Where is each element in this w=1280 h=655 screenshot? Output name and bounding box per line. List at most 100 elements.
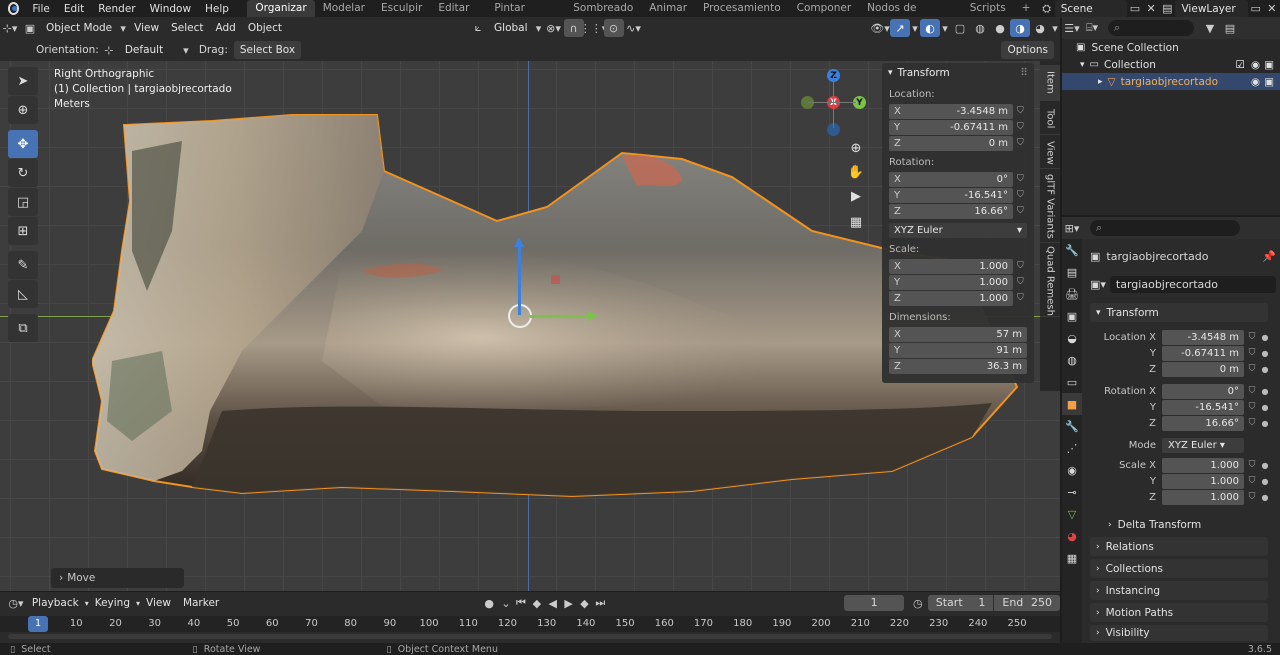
workspace-tab-sombreado[interactable]: Sombreado — [565, 0, 641, 17]
play-reverse-icon[interactable]: ◀ — [545, 594, 561, 612]
material-props-icon[interactable]: ◕ — [1062, 525, 1082, 547]
lock-icon[interactable]: ⛉ — [1244, 386, 1260, 396]
lock-icon[interactable]: ⛉ — [1017, 190, 1027, 200]
chevron-down-icon[interactable]: ▾ — [1080, 60, 1085, 70]
keying-set-icon[interactable]: ⌄ — [499, 594, 513, 612]
object-browse-icon[interactable]: ▣▾ — [1090, 278, 1106, 291]
keyframe-dot-icon[interactable]: ● — [1260, 349, 1270, 358]
menu-timeline-view[interactable]: View — [140, 597, 177, 609]
camera-render-icon[interactable]: ▣ — [1264, 59, 1274, 71]
move-gizmo-y-tip[interactable] — [588, 311, 598, 321]
menu-file[interactable]: File — [25, 3, 57, 15]
location-z-field[interactable]: Z0 m — [889, 135, 1013, 151]
relations-section[interactable]: › Relations — [1090, 537, 1268, 556]
camera-render-icon[interactable]: ▣ — [1264, 76, 1274, 88]
lock-icon[interactable]: ⛉ — [1244, 418, 1260, 428]
particles-props-icon[interactable]: ⋰ — [1062, 437, 1082, 459]
menu-view[interactable]: View — [128, 22, 165, 34]
keyframe-dot-icon[interactable]: ● — [1260, 493, 1270, 502]
eye-icon[interactable]: ◉ — [1251, 59, 1260, 71]
lock-icon[interactable]: ⛉ — [1244, 348, 1260, 358]
pivot-point-icon[interactable]: ⊗▾ — [544, 19, 564, 37]
orientation-dropdown[interactable]: Default — [118, 41, 181, 59]
workspace-tab-pintar-texturas[interactable]: Pintar texturas — [486, 0, 565, 31]
instancing-section[interactable]: › Instancing — [1090, 581, 1268, 600]
menu-edit[interactable]: Edit — [57, 3, 91, 15]
dimensions-y-field[interactable]: Y 91 m — [889, 342, 1027, 358]
options-dropdown[interactable]: Options — [1001, 41, 1054, 59]
camera-icon[interactable]: ▶ — [845, 185, 867, 207]
tool-props-icon[interactable]: 🔧 — [1062, 239, 1082, 261]
lock-icon[interactable]: ⛉ — [1244, 402, 1260, 412]
last-operator-panel[interactable]: › Move — [51, 568, 184, 588]
tab-gltf-variants[interactable]: glTF Variants — [1040, 171, 1060, 243]
move-gizmo-z-arrow[interactable] — [518, 241, 521, 315]
keyframe-dot-icon[interactable]: ● — [1260, 403, 1270, 412]
workspace-tab-modelar[interactable]: Modelar — [315, 0, 373, 17]
play-icon[interactable]: ▶ — [561, 594, 577, 612]
timeline-ruler[interactable]: 1 10 20 30 40 50 60 70 80 90 100 110 120 130 140 150 160… — [0, 616, 1060, 632]
start-frame-field[interactable]: Start 1 — [927, 595, 994, 611]
lock-icon[interactable]: ⛉ — [1017, 174, 1027, 184]
jump-start-icon[interactable]: ⏮ — [513, 594, 529, 612]
playhead-frame[interactable]: 1 — [28, 616, 48, 632]
menu-select[interactable]: Select — [165, 22, 209, 34]
menu-window[interactable]: Window — [143, 3, 198, 15]
outliner-row-scene-collection[interactable]: ▣ Scene Collection — [1062, 39, 1280, 56]
record-icon[interactable]: ● — [479, 594, 499, 612]
workspace-tab-nodos-geometria[interactable]: Nodos de geometría — [859, 0, 962, 31]
copy-view-layer-icon[interactable]: ▭ — [1248, 0, 1264, 18]
location-x-field[interactable]: X -3.4548 m — [889, 103, 1013, 119]
keyframe-dot-icon[interactable]: ● — [1260, 461, 1270, 470]
scale-y-field[interactable]: Y 1.000 — [889, 274, 1013, 290]
drag-dropdown[interactable]: Select Box — [233, 41, 302, 59]
tab-item[interactable]: Item — [1040, 65, 1060, 101]
lock-icon[interactable]: ⛉ — [1017, 206, 1027, 216]
lock-icon[interactable]: ⛉ — [1244, 476, 1260, 486]
overlays-dropdown-icon[interactable]: ▾ — [940, 19, 950, 37]
editor-type-icon[interactable]: ⊹▾ — [0, 19, 20, 37]
overlays-icon[interactable]: ◐ — [920, 19, 940, 37]
collection-props-icon[interactable]: ▭ — [1062, 371, 1082, 393]
chevron-right-icon[interactable]: ▸ — [1098, 77, 1103, 87]
transform-tool-icon[interactable]: ⊞ — [8, 217, 38, 245]
texture-props-icon[interactable]: ▦ — [1062, 547, 1082, 569]
keyframe-dot-icon[interactable]: ● — [1260, 419, 1270, 428]
scene-icon[interactable]: ⛭ — [1038, 0, 1054, 18]
editor-type-icon[interactable]: ☰▾ — [1062, 19, 1082, 37]
transform-orientation-dropdown[interactable]: Global — [488, 19, 534, 37]
lock-icon[interactable]: ⛉ — [1244, 364, 1260, 374]
scale-tool-icon[interactable]: ◲ — [8, 188, 38, 216]
workspace-tab-scripts[interactable]: Scripts — [962, 0, 1014, 17]
delete-view-layer-icon[interactable]: ✕ — [1264, 0, 1280, 18]
editor-type-icon[interactable]: ⊞▾ — [1062, 219, 1082, 237]
prop-rotation-x-field[interactable]: 0° — [1162, 383, 1244, 399]
keyframe-dot-icon[interactable]: ● — [1260, 477, 1270, 486]
lock-icon[interactable]: ⛉ — [1017, 106, 1027, 116]
menu-keying[interactable]: Keying — [89, 597, 136, 609]
menu-object[interactable]: Object — [242, 22, 288, 34]
transform-section-header[interactable]: ▾ Transform — [1090, 303, 1268, 322]
outliner-row-object[interactable]: ▸ ▽ targiaobjrecortado ◉ ▣ — [1062, 73, 1280, 90]
next-keyframe-icon[interactable]: ◆ — [576, 594, 592, 612]
workspace-tab-animar[interactable]: Animar — [641, 0, 695, 17]
constraints-props-icon[interactable]: ⊸ — [1062, 481, 1082, 503]
workspace-tab-componer[interactable]: Componer — [789, 0, 860, 17]
move-gizmo-z-tip[interactable] — [514, 237, 524, 247]
lock-icon[interactable]: ⛉ — [1017, 277, 1027, 287]
rotation-y-field[interactable]: Y -16.541° — [889, 187, 1013, 203]
view-layer-icon[interactable]: ▤ — [1159, 0, 1175, 18]
lock-icon[interactable]: ⛉ — [1017, 122, 1027, 132]
scene-selector[interactable]: Scene — [1054, 0, 1127, 18]
lock-icon[interactable]: ⛉ — [1017, 293, 1027, 303]
render-props-icon[interactable]: ▤ — [1062, 261, 1082, 283]
data-props-icon[interactable]: ▽ — [1062, 503, 1082, 525]
3d-viewport[interactable]: Right Orthographic (1) Collection | targ… — [0, 61, 1060, 591]
scene-props-icon[interactable]: ◒ — [1062, 327, 1082, 349]
timeline-scrollbar[interactable] — [8, 634, 1052, 639]
scale-x-field[interactable]: X 1.000 — [889, 258, 1013, 274]
tab-tool[interactable]: Tool — [1040, 103, 1060, 135]
keyframe-dot-icon[interactable]: ● — [1260, 365, 1270, 374]
rotation-mode-dropdown[interactable]: XYZ Euler ▾ — [889, 222, 1027, 238]
rotation-mode-dropdown[interactable]: XYZ Euler ▾ — [1162, 437, 1244, 453]
